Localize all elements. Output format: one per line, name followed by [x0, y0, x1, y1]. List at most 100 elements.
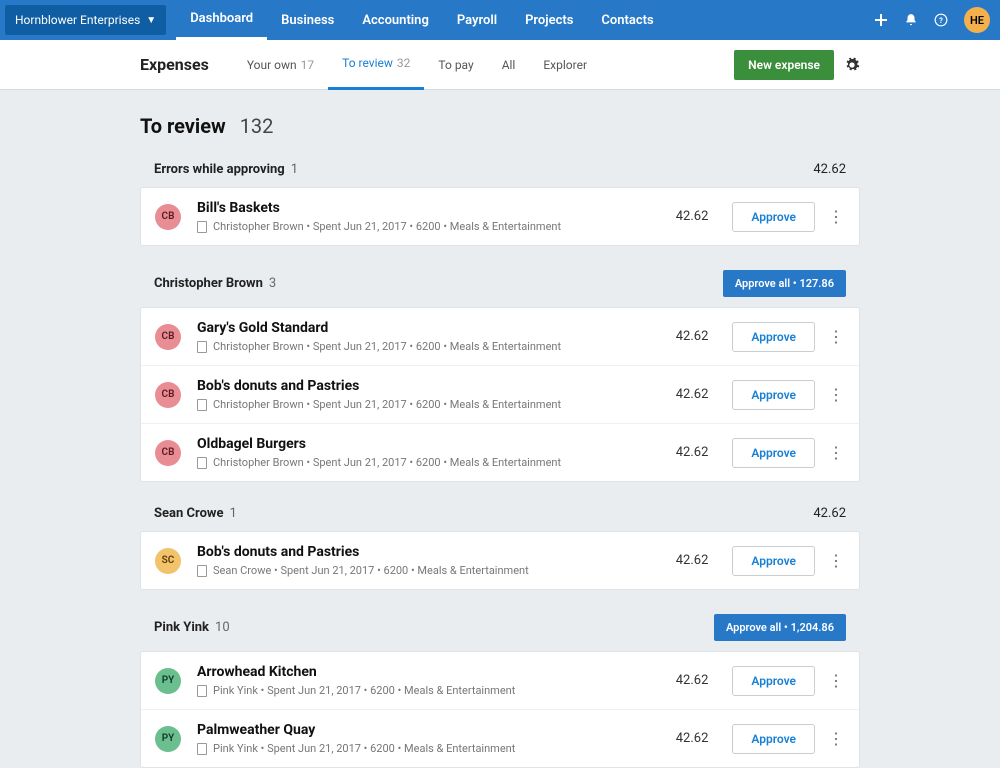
expense-group: Pink Yink10Approve all • 1,204.86PYArrow…: [140, 614, 860, 768]
subtab-all[interactable]: All: [488, 40, 530, 90]
expense-meta: Christopher Brown • Spent Jun 21, 2017 •…: [197, 340, 676, 353]
person-avatar: CB: [155, 382, 181, 408]
approve-all-button[interactable]: Approve all • 1,204.86: [714, 614, 846, 641]
person-avatar: CB: [155, 204, 181, 230]
person-avatar: CB: [155, 440, 181, 466]
subtab-label: To review: [342, 56, 393, 70]
more-icon[interactable]: ⋮: [827, 731, 845, 747]
more-icon[interactable]: ⋮: [827, 387, 845, 403]
expense-meta-text: Sean Crowe • Spent Jun 21, 2017 • 6200 •…: [213, 564, 529, 577]
more-icon[interactable]: ⋮: [827, 445, 845, 461]
expense-title: Bob's donuts and Pastries: [197, 378, 676, 394]
row-main: Bob's donuts and Pastries Sean Crowe • Sp…: [197, 544, 676, 577]
more-icon[interactable]: ⋮: [827, 673, 845, 689]
group-count: 1: [291, 162, 298, 177]
expense-amount: 42.62: [676, 445, 709, 460]
nav-item-payroll[interactable]: Payroll: [443, 0, 511, 40]
subtab-to-pay[interactable]: To pay: [424, 40, 487, 90]
nav-item-business[interactable]: Business: [267, 0, 348, 40]
approve-button[interactable]: Approve: [732, 438, 815, 468]
row-main: Palmweather QuayPink Yink • Spent Jun 21…: [197, 722, 676, 755]
subtab-your-own[interactable]: Your own 17: [233, 40, 328, 90]
group-name: Christopher Brown: [154, 276, 263, 291]
expense-row[interactable]: CBGary's Gold StandardChristopher Brown …: [141, 308, 859, 366]
document-icon: [197, 399, 207, 411]
group-header: Sean Crowe142.62: [140, 506, 860, 531]
document-icon: [197, 457, 207, 469]
group-header: Pink Yink10Approve all • 1,204.86: [140, 614, 860, 651]
person-avatar: PY: [155, 668, 181, 694]
expense-meta-text: Christopher Brown • Spent Jun 21, 2017 •…: [213, 398, 561, 411]
subtab-label: Your own: [247, 58, 297, 72]
approve-button[interactable]: Approve: [732, 724, 815, 754]
expense-meta: Pink Yink • Spent Jun 21, 2017 • 6200 • …: [197, 684, 676, 697]
document-icon: [197, 743, 207, 755]
content-area: To review 132 Errors while approving142.…: [0, 90, 1000, 768]
nav-item-accounting[interactable]: Accounting: [348, 0, 443, 40]
approve-all-button[interactable]: Approve all • 127.86: [723, 270, 846, 297]
svg-text:?: ?: [939, 16, 943, 25]
subtab-to-review[interactable]: To review 32: [328, 40, 424, 90]
subnav: Expenses Your own 17 To review 32 To pay All E…: [0, 40, 1000, 90]
expense-meta: Christopher Brown • Spent Jun 21, 2017 •…: [197, 398, 676, 411]
subnav-title: Expenses: [140, 55, 209, 74]
expense-meta-text: Pink Yink • Spent Jun 21, 2017 • 6200 • …: [213, 684, 515, 697]
more-icon[interactable]: ⋮: [827, 553, 845, 569]
page-title-text: To review: [140, 114, 226, 138]
expense-meta-text: Christopher Brown • Spent Jun 21, 2017 •…: [213, 340, 561, 353]
expense-amount: 42.62: [676, 673, 709, 688]
row-main: Oldbagel BurgersChristopher Brown • Spen…: [197, 436, 676, 469]
row-main: Gary's Gold Standard Christopher Brown • …: [197, 320, 676, 353]
org-name: Hornblower Enterprises: [15, 13, 140, 27]
subtab-label: Explorer: [543, 58, 587, 72]
expense-title: Gary's Gold Standard: [197, 320, 676, 336]
group-total: 42.62: [813, 162, 846, 177]
expense-amount: 42.62: [676, 387, 709, 402]
expense-meta: Christopher Brown • Spent Jun 21, 2017 •…: [197, 220, 676, 233]
more-icon[interactable]: ⋮: [827, 329, 845, 345]
expense-amount: 42.62: [676, 553, 709, 568]
approve-button[interactable]: Approve: [732, 380, 815, 410]
page-title: To review 132: [140, 114, 860, 138]
group-header: Christopher Brown 3 Approve all • 127.86: [140, 270, 860, 307]
approve-button[interactable]: Approve: [732, 322, 815, 352]
expense-title: Bob's donuts and Pastries: [197, 544, 676, 560]
group-count: 10: [215, 620, 230, 635]
plus-icon[interactable]: [866, 0, 896, 40]
help-icon[interactable]: ?: [926, 0, 956, 40]
bell-icon[interactable]: [896, 0, 926, 40]
subtab-label: To pay: [438, 58, 473, 72]
approve-button[interactable]: Approve: [732, 546, 815, 576]
more-icon[interactable]: ⋮: [827, 209, 845, 225]
expense-row[interactable]: SC Bob's donuts and Pastries Sean Crowe • …: [141, 532, 859, 589]
gear-icon[interactable]: [844, 57, 860, 73]
expense-group: Errors while approving142.62CBBill's Bas…: [140, 162, 860, 246]
expense-row[interactable]: CB Oldbagel BurgersChristopher Brown • Sp…: [141, 424, 859, 481]
expense-group: Christopher Brown 3 Approve all • 127.86 CB…: [140, 270, 860, 482]
group-count: 3: [269, 276, 276, 291]
expense-row[interactable]: CBBill's BasketsChristopher Brown • Spen…: [141, 188, 859, 245]
subtab-count: 32: [397, 56, 411, 70]
new-expense-button[interactable]: New expense: [734, 50, 834, 80]
subtab-explorer[interactable]: Explorer: [529, 40, 601, 90]
document-icon: [197, 685, 207, 697]
group-card: CB Gary's Gold Standard Christopher Brown …: [140, 307, 860, 482]
expense-meta-text: Christopher Brown • Spent Jun 21, 2017 •…: [213, 220, 561, 233]
group-card: PYArrowhead KitchenPink Yink • Spent Jun…: [140, 651, 860, 768]
expense-row[interactable]: PYPalmweather QuayPink Yink • Spent Jun …: [141, 710, 859, 767]
nav-item-dashboard[interactable]: Dashboard: [176, 0, 267, 40]
group-card: SC Bob's donuts and Pastries Sean Crowe • …: [140, 531, 860, 590]
expense-row[interactable]: CB Bob's donuts and Pastries Christopher B…: [141, 366, 859, 424]
nav-item-projects[interactable]: Projects: [511, 0, 587, 40]
approve-button[interactable]: Approve: [732, 666, 815, 696]
document-icon: [197, 221, 207, 233]
expense-amount: 42.62: [676, 209, 709, 224]
user-avatar[interactable]: HE: [964, 7, 990, 33]
org-switcher[interactable]: Hornblower Enterprises ▼: [5, 5, 166, 35]
row-main: Bob's donuts and Pastries Christopher Bro…: [197, 378, 676, 411]
subtab-count: 17: [301, 58, 315, 72]
expense-row[interactable]: PYArrowhead KitchenPink Yink • Spent Jun…: [141, 652, 859, 710]
nav-item-contacts[interactable]: Contacts: [587, 0, 667, 40]
approve-button[interactable]: Approve: [732, 202, 815, 232]
person-avatar: SC: [155, 548, 181, 574]
